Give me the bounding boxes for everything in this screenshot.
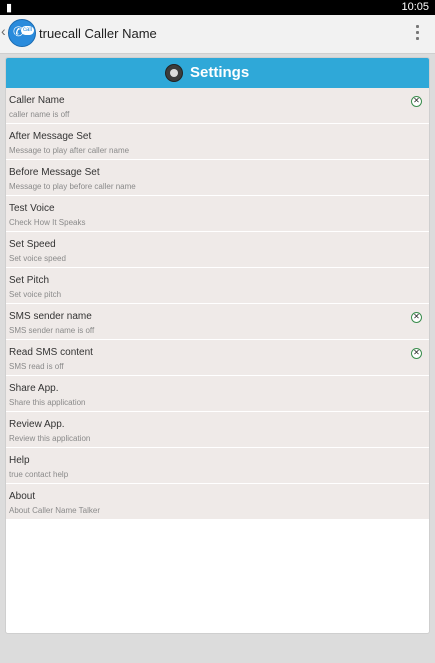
action-bar: ‹ ✆ call truecall Caller Name xyxy=(0,15,435,54)
pref-set-pitch[interactable]: Set Pitch Set voice pitch xyxy=(6,268,429,304)
pref-title: After Message Set xyxy=(9,131,92,142)
pref-title: Before Message Set xyxy=(9,167,100,178)
app-icon-badge: call xyxy=(21,26,34,35)
pref-title: Caller Name xyxy=(9,95,65,106)
pref-summary: Review this application xyxy=(9,434,91,443)
settings-title: Settings xyxy=(190,64,250,81)
settings-header: Settings xyxy=(6,58,429,88)
checkbox-icon[interactable]: ✕ xyxy=(411,312,422,323)
gear-icon xyxy=(165,64,183,82)
pref-summary: caller name is off xyxy=(9,110,70,119)
pref-title: Share App. xyxy=(9,383,59,394)
pref-title: Read SMS content xyxy=(9,347,93,358)
pref-set-speed[interactable]: Set Speed Set voice speed xyxy=(6,232,429,268)
app-title: truecall Caller Name xyxy=(39,26,157,41)
pref-summary: Check How It Speaks xyxy=(9,218,86,227)
pref-caller-name[interactable]: Caller Name caller name is off ✕ xyxy=(6,88,429,124)
pref-summary: Set voice speed xyxy=(9,254,66,263)
pref-read-sms[interactable]: Read SMS content SMS read is off ✕ xyxy=(6,340,429,376)
sim-card-icon: ▮ xyxy=(6,2,13,14)
chevron-left-icon[interactable]: ‹ xyxy=(1,23,6,39)
pref-summary: SMS sender name is off xyxy=(9,326,95,335)
pref-summary: SMS read is off xyxy=(9,362,64,371)
pref-title: SMS sender name xyxy=(9,311,92,322)
pref-sms-sender-name[interactable]: SMS sender name SMS sender name is off ✕ xyxy=(6,304,429,340)
pref-summary: Set voice pitch xyxy=(9,290,62,299)
pref-title: Review App. xyxy=(9,419,65,430)
preference-list: Caller Name caller name is off ✕ After M… xyxy=(6,88,429,520)
settings-card: Settings Caller Name caller name is off … xyxy=(5,57,430,634)
pref-after-message[interactable]: After Message Set Message to play after … xyxy=(6,124,429,160)
pref-before-message[interactable]: Before Message Set Message to play befor… xyxy=(6,160,429,196)
checkbox-icon[interactable]: ✕ xyxy=(411,96,422,107)
app-icon[interactable]: ✆ call xyxy=(8,19,36,47)
pref-summary: Message to play after caller name xyxy=(9,146,130,155)
pref-title: Set Pitch xyxy=(9,275,50,286)
pref-summary: Message to play before caller name xyxy=(9,182,136,191)
pref-share-app[interactable]: Share App. Share this application xyxy=(6,376,429,412)
pref-title: Help xyxy=(9,455,30,466)
pref-title: Set Speed xyxy=(9,239,56,250)
pref-title: Test Voice xyxy=(9,203,55,214)
pref-review-app[interactable]: Review App. Review this application xyxy=(6,412,429,448)
pref-help[interactable]: Help true contact help xyxy=(6,448,429,484)
more-vert-icon[interactable] xyxy=(416,25,420,41)
pref-summary: Share this application xyxy=(9,398,86,407)
pref-about[interactable]: About About Caller Name Talker xyxy=(6,484,429,520)
pref-summary: About Caller Name Talker xyxy=(9,506,101,515)
status-time: 10:05 xyxy=(401,1,429,13)
status-bar: ▮ 10:05 xyxy=(0,0,435,15)
pref-title: About xyxy=(9,491,36,502)
pref-summary: true contact help xyxy=(9,470,69,479)
pref-test-voice[interactable]: Test Voice Check How It Speaks xyxy=(6,196,429,232)
checkbox-icon[interactable]: ✕ xyxy=(411,348,422,359)
